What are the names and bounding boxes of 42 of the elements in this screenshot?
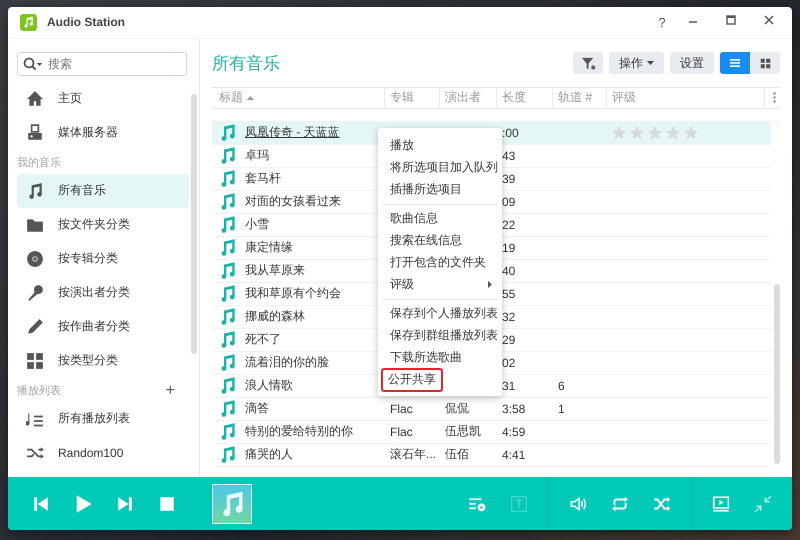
table-cell-text: :00	[501, 126, 520, 140]
table-cell-text: 伍思凯	[444, 423, 482, 440]
page-title: 所有音乐	[212, 52, 280, 75]
table-cell-text: 39	[501, 172, 516, 186]
table-cell-text: 22	[501, 218, 516, 232]
table-cell-text: 40	[501, 264, 516, 278]
song-title: 我从草原来	[245, 262, 305, 280]
table-cell-text: 4:59	[501, 424, 526, 439]
table-cell-text: Flac	[389, 402, 414, 416]
table-cell-text: 29	[501, 332, 516, 347]
table-cell-text: 02	[501, 356, 516, 370]
table-cell-text: Flac	[389, 424, 414, 439]
table-cell-text: 09	[501, 194, 516, 209]
song-title: 对面的女孩看过来	[245, 193, 341, 210]
window-title: Audio Station	[47, 15, 126, 30]
table-cell-text: 滚石年...	[389, 446, 438, 464]
song-title: 卓玛	[245, 147, 269, 164]
song-title: 滴答	[245, 400, 269, 418]
table-cell-text: 43	[501, 148, 516, 163]
song-title: 我和草原有个约会	[245, 285, 341, 302]
table-cell-text: 31	[501, 378, 516, 393]
song-title: 挪威的森林	[245, 308, 305, 326]
song-title: 浪人情歌	[245, 377, 293, 394]
table-cell-text: 侃侃	[444, 400, 470, 418]
song-title: 特别的爱给特别的你	[245, 423, 353, 440]
table-cell-text: 6	[557, 378, 566, 393]
song-title: 痛哭的人	[245, 446, 293, 464]
table-cell-text: 32	[501, 310, 516, 324]
song-title: 康定情缘	[245, 239, 293, 256]
table-cell-text: 伍佰	[444, 446, 470, 464]
song-title: 凤凰传奇 - 天蓝蓝	[245, 124, 340, 142]
table-cell-text: 19	[501, 240, 516, 255]
song-title: 死不了	[245, 331, 281, 348]
section-heading: 播放列表	[17, 384, 61, 398]
song-title: 小雪	[245, 216, 269, 234]
table-cell-text: 4:41	[501, 448, 526, 462]
section-heading: 我的音乐	[17, 156, 61, 170]
table-cell-text: 3:58	[501, 402, 526, 416]
table-cell-text: 55	[501, 286, 516, 301]
table-cell-text: 1	[557, 402, 566, 416]
song-title: 流着泪的你的脸	[245, 354, 329, 372]
song-title: 套马杆	[245, 170, 281, 188]
